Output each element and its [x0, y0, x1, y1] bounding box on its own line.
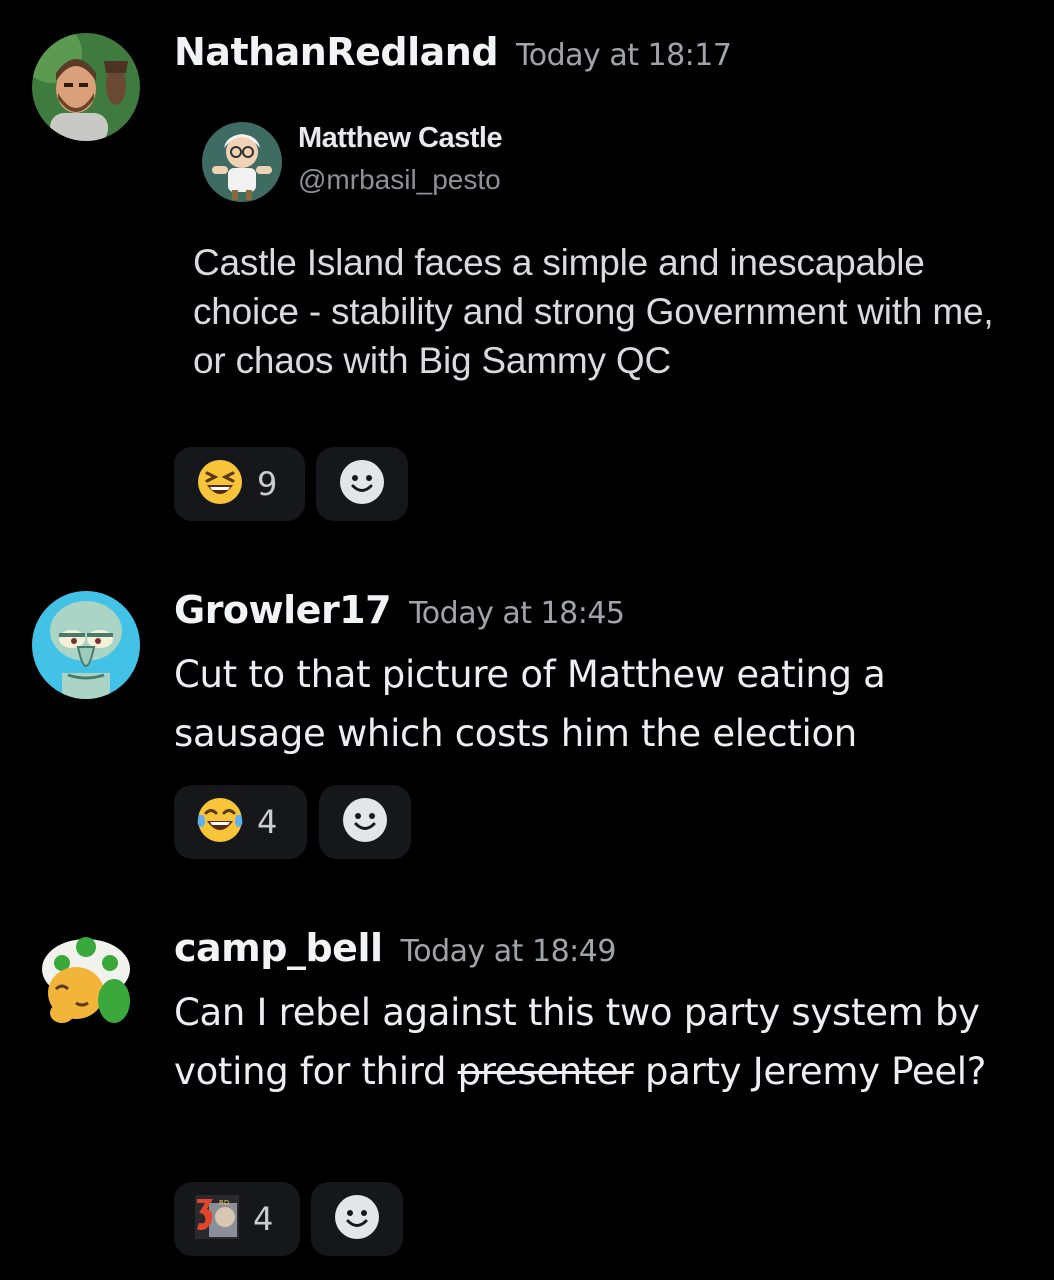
face-with-tears-of-joy-icon: [197, 797, 243, 847]
message-text: Cut to that picture of Matthew eating a …: [174, 653, 886, 755]
timestamp: Today at 18:45: [409, 596, 625, 631]
reaction-count: 4: [257, 803, 278, 841]
message-header: NathanRedland Today at 18:17: [174, 30, 732, 74]
embed-author-handle[interactable]: @mrbasil_pesto: [298, 164, 501, 196]
timestamp: Today at 18:49: [400, 934, 617, 969]
username[interactable]: NathanRedland: [174, 30, 499, 74]
grinning-squinting-face-icon: [197, 459, 243, 509]
embed-author-avatar: [202, 122, 282, 202]
timestamp: Today at 18:17: [516, 38, 732, 73]
smile-icon: [342, 797, 388, 847]
message-header: Growler17 Today at 18:45: [174, 588, 625, 632]
smile-icon: [334, 1194, 380, 1244]
embed-author-name[interactable]: Matthew Castle: [298, 122, 503, 155]
embed-text: Castle Island faces a simple and inescap…: [193, 242, 994, 381]
svg-text:RD: RD: [219, 1199, 229, 1207]
custom-emoji-icon: RD: [195, 1195, 239, 1243]
reaction-button[interactable]: RD 4: [174, 1182, 300, 1256]
reaction-count: 9: [257, 465, 278, 503]
avatar[interactable]: [32, 929, 140, 1037]
message-text: Can I rebel against this two party syste…: [174, 983, 1034, 1101]
avatar[interactable]: [32, 591, 140, 699]
add-reaction-button[interactable]: [319, 785, 411, 859]
username[interactable]: camp_bell: [174, 926, 383, 970]
smile-icon: [339, 459, 385, 509]
message-text-part: party Jeremy Peel?: [633, 1050, 987, 1093]
reaction-button[interactable]: 9: [174, 447, 305, 521]
reaction-count: 4: [253, 1200, 274, 1238]
username[interactable]: Growler17: [174, 588, 392, 632]
message-header: camp_bell Today at 18:49: [174, 926, 616, 970]
avatar[interactable]: [32, 33, 140, 141]
add-reaction-button[interactable]: [316, 447, 408, 521]
strikethrough-text: presenter: [457, 1050, 634, 1093]
add-reaction-button[interactable]: [311, 1182, 403, 1256]
reaction-button[interactable]: 4: [174, 785, 307, 859]
